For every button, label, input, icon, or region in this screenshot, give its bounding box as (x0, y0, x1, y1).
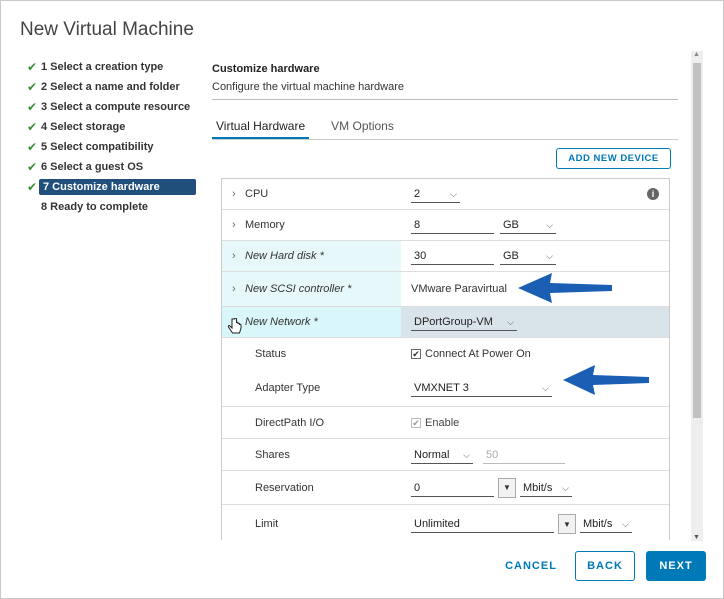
shares-select[interactable]: Normal ⌵ (411, 446, 473, 464)
hardware-row-hard-disk: › New Hard disk * 30 GB ⌵ (222, 241, 669, 272)
cpu-select[interactable]: 2 ⌵ (411, 185, 460, 203)
step-8[interactable]: 8 Ready to complete (25, 197, 200, 217)
tab-virtual-hardware[interactable]: Virtual Hardware (212, 117, 310, 139)
disk-size-input[interactable]: 30 (411, 247, 494, 265)
checkmark-icon: ✔ (26, 120, 38, 134)
reservation-unit-select[interactable]: Mbit/s ⌵ (520, 479, 572, 497)
dialog-title: New Virtual Machine (20, 19, 194, 40)
scsi-value: VMware Paravirtual (411, 283, 507, 295)
step-label: 2 Select a name and folder (41, 81, 180, 93)
shares-input[interactable]: 50 (483, 446, 565, 464)
checkmark-icon: ✔ (26, 80, 38, 94)
step-3[interactable]: ✔ 3 Select a compute resource (25, 97, 200, 117)
disk-unit-select[interactable]: GB ⌵ (500, 247, 556, 265)
chevron-down-icon: ⌵ (622, 519, 629, 529)
adapter-type-select[interactable]: VMXNET 3 ⌵ (411, 379, 552, 397)
network-select[interactable]: DPortGroup-VM ⌵ (411, 313, 517, 331)
checkmark-icon: ✔ (26, 160, 38, 174)
step-7[interactable]: ✔ 7 Customize hardware (25, 177, 200, 197)
step-6[interactable]: ✔ 6 Select a guest OS (25, 157, 200, 177)
memory-input[interactable]: 8 (411, 216, 494, 234)
wizard-steps: ✔ 1 Select a creation type ✔ 2 Select a na… (25, 57, 200, 217)
step-1[interactable]: ✔ 1 Select a creation type (25, 57, 200, 77)
row-label: Status (255, 347, 287, 360)
new-vm-dialog: New Virtual Machine ✔ 1 Select a creation… (0, 0, 724, 599)
chevron-right-icon[interactable]: › (232, 219, 245, 231)
network-directpath-row: DirectPath I/O ✔ Enable (222, 407, 669, 439)
info-icon[interactable]: i (647, 188, 659, 200)
reservation-input[interactable]: 0 (411, 479, 494, 497)
checkbox-label: Connect At Power On (425, 347, 531, 360)
hardware-row-cpu: › CPU 2 ⌵ i (222, 179, 669, 210)
hardware-list: › CPU 2 ⌵ i › Memory 8 GB ⌵ › New Hard disk *… (221, 178, 670, 540)
connect-checkbox[interactable]: ✔ (411, 348, 421, 359)
row-label: Shares (255, 448, 290, 461)
checkmark-icon: ✔ (26, 60, 38, 74)
row-label: Reservation (255, 481, 314, 494)
chevron-down-icon: ⌵ (507, 317, 514, 327)
step-4[interactable]: ✔ 4 Select storage (25, 117, 200, 137)
chevron-down-icon: ⌵ (546, 220, 553, 230)
step-2[interactable]: ✔ 2 Select a name and folder (25, 77, 200, 97)
chevron-down-icon: ⌵ (562, 482, 569, 493)
limit-dropdown-button[interactable]: ▼ (558, 514, 576, 534)
checkmark-icon: ✔ (26, 100, 38, 114)
scroll-down-icon[interactable]: ▼ (693, 534, 700, 541)
step-label: 3 Select a compute resource (41, 101, 191, 113)
chevron-down-icon: ⌵ (450, 189, 457, 199)
add-new-device-button[interactable]: ADD NEW DEVICE (556, 148, 671, 169)
limit-unit-select[interactable]: Mbit/s ⌵ (580, 515, 632, 533)
hand-cursor-icon (227, 317, 243, 343)
network-reservation-row: Reservation 0 ▼ Mbit/s ⌵ (222, 471, 669, 505)
row-label: Adapter Type (255, 381, 321, 394)
row-label: New Network * (245, 316, 318, 328)
row-label: New SCSI controller * (245, 283, 352, 295)
back-button[interactable]: BACK (575, 551, 635, 581)
network-limit-row: Limit Unlimited ▼ Mbit/s ⌵ (222, 505, 669, 540)
reservation-dropdown-button[interactable]: ▼ (498, 477, 516, 498)
step-label: 1 Select a creation type (41, 61, 164, 73)
row-label: CPU (245, 188, 269, 200)
row-label: Memory (245, 219, 285, 231)
cancel-button[interactable]: CANCEL (497, 551, 565, 581)
scrollbar-thumb[interactable] (693, 63, 701, 418)
next-button[interactable]: NEXT (646, 551, 706, 581)
step-label: 8 Ready to complete (41, 201, 148, 213)
chevron-right-icon[interactable]: › (232, 283, 245, 295)
checkbox-label: Enable (425, 416, 460, 429)
step-label: 7 Customize hardware (39, 179, 196, 195)
step-label: 5 Select compatibility (41, 141, 154, 153)
checkmark-icon: ✔ (26, 140, 38, 154)
hardware-row-network: ⌄New Network * DPortGroup-VM⌵ (222, 307, 669, 338)
tab-bar: Virtual Hardware VM Options (212, 117, 678, 140)
chevron-right-icon[interactable]: › (232, 250, 245, 262)
scroll-up-icon[interactable]: ▲ (693, 51, 700, 58)
row-label: Limit (255, 518, 279, 530)
tab-vm-options[interactable]: VM Options (327, 117, 398, 139)
hardware-row-memory: › Memory 8 GB ⌵ (222, 210, 669, 241)
vertical-scrollbar[interactable]: ▲ ▼ (691, 51, 703, 541)
step-label: 4 Select storage (41, 121, 126, 133)
limit-input[interactable]: Unlimited (411, 515, 554, 533)
annotation-arrow-icon (518, 273, 612, 303)
section-title: Customize hardware (212, 63, 320, 75)
section-subtitle: Configure the virtual machine hardware (212, 81, 404, 93)
network-shares-row: Shares Normal ⌵ 50 (222, 439, 669, 471)
chevron-down-icon: ⌵ (546, 251, 553, 261)
row-label: DirectPath I/O (255, 416, 325, 429)
divider (212, 99, 678, 100)
row-label: New Hard disk * (245, 250, 324, 262)
checkmark-icon: ✔ (26, 180, 38, 194)
step-5[interactable]: ✔ 5 Select compatibility (25, 137, 200, 157)
chevron-down-icon: ⌵ (542, 382, 549, 393)
memory-unit-select[interactable]: GB ⌵ (500, 216, 556, 234)
directpath-checkbox[interactable]: ✔ (411, 417, 421, 428)
step-label: 6 Select a guest OS (41, 161, 144, 173)
chevron-down-icon: ⌵ (463, 449, 470, 460)
annotation-arrow-icon (563, 365, 649, 395)
chevron-right-icon[interactable]: › (232, 188, 245, 200)
